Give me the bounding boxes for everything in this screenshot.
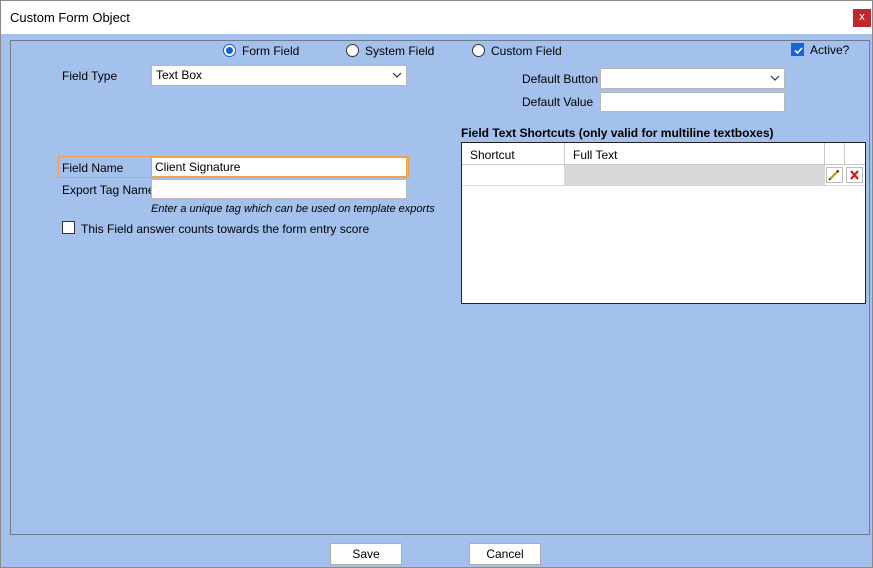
field-type-value: Text Box xyxy=(156,68,203,82)
window-title: Custom Form Object xyxy=(10,10,130,25)
export-tag-input[interactable] xyxy=(151,179,407,199)
dialog-window: Custom Form Object x Form Field System F… xyxy=(0,0,873,568)
table-row[interactable] xyxy=(462,165,865,186)
radio-form-field[interactable] xyxy=(223,44,236,57)
field-type-select[interactable]: Text Box xyxy=(151,65,407,86)
field-type-label: Field Type xyxy=(62,69,118,83)
shortcuts-title: Field Text Shortcuts (only valid for mul… xyxy=(461,126,774,140)
radio-form-field-label: Form Field xyxy=(242,44,300,58)
export-tag-label: Export Tag Name xyxy=(62,183,155,197)
chevron-down-icon xyxy=(392,72,402,78)
active-label: Active? xyxy=(810,43,850,57)
shortcut-cell[interactable] xyxy=(462,165,565,185)
field-name-input[interactable]: Client Signature xyxy=(151,157,407,177)
pencil-icon xyxy=(828,169,840,181)
radio-system-field-label: System Field xyxy=(365,44,435,58)
active-checkbox[interactable] xyxy=(791,43,804,56)
radio-custom-field[interactable] xyxy=(472,44,485,57)
full-text-cell[interactable] xyxy=(565,165,825,185)
default-button-select[interactable] xyxy=(600,68,785,89)
delete-x-icon xyxy=(850,170,859,180)
title-bar: Custom Form Object x xyxy=(1,1,872,34)
edit-row-button[interactable] xyxy=(826,167,843,183)
default-button-label: Default Button xyxy=(522,72,599,86)
score-label: This Field answer counts towards the for… xyxy=(81,222,370,236)
chevron-down-icon xyxy=(770,75,780,81)
radio-system-field[interactable] xyxy=(346,44,359,57)
radio-custom-field-label: Custom Field xyxy=(491,44,562,58)
close-button[interactable]: x xyxy=(853,9,871,27)
score-checkbox[interactable] xyxy=(62,221,75,234)
shortcuts-grid: Shortcut Full Text xyxy=(461,142,866,304)
checkmark-icon xyxy=(794,47,803,55)
save-button[interactable]: Save xyxy=(330,543,402,565)
column-header-delete xyxy=(845,143,865,165)
column-header-shortcut[interactable]: Shortcut xyxy=(462,143,565,165)
default-value-label: Default Value xyxy=(522,95,594,109)
cancel-button[interactable]: Cancel xyxy=(469,543,541,565)
column-header-edit xyxy=(825,143,845,165)
delete-row-button[interactable] xyxy=(846,167,863,183)
field-name-label: Field Name xyxy=(62,161,124,175)
column-header-full-text[interactable]: Full Text xyxy=(565,143,825,165)
default-value-input[interactable] xyxy=(600,92,785,112)
export-tag-hint: Enter a unique tag which can be used on … xyxy=(151,203,435,215)
